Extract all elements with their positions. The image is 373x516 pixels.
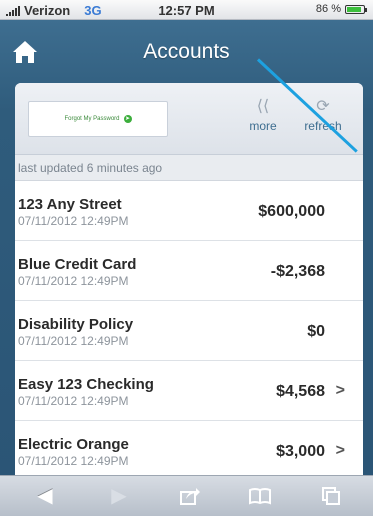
account-row[interactable]: Blue Credit Card 07/11/2012 12:49PM -$2,… bbox=[15, 241, 363, 301]
tabs-button[interactable] bbox=[316, 484, 346, 508]
account-name: 123 Any Street bbox=[18, 196, 122, 213]
account-date: 07/11/2012 12:49PM bbox=[18, 214, 129, 228]
forward-button[interactable]: ▶ bbox=[104, 484, 134, 508]
tabs-icon bbox=[322, 487, 340, 505]
account-row[interactable]: Disability Policy 07/11/2012 12:49PM $0 bbox=[15, 301, 363, 361]
double-chevron-left-icon: ⟨⟨ bbox=[256, 98, 270, 115]
account-name: Blue Credit Card bbox=[18, 256, 137, 273]
bookmarks-icon bbox=[249, 488, 271, 505]
account-row[interactable]: Easy 123 Checking 07/11/2012 12:49PM $4,… bbox=[15, 361, 363, 421]
browser-toolbar: ◀ ▶ bbox=[0, 475, 373, 516]
account-date: 07/11/2012 12:49PM bbox=[18, 274, 129, 288]
forgot-password-button[interactable]: Forgot My Password ➤ bbox=[28, 101, 168, 137]
back-button[interactable]: ◀ bbox=[30, 484, 60, 508]
account-amount: $4,568 bbox=[276, 383, 325, 400]
back-arrow-icon: ◀ bbox=[37, 485, 53, 507]
account-name: Disability Policy bbox=[18, 316, 134, 333]
account-amount: $0 bbox=[307, 323, 325, 340]
account-date: 07/11/2012 12:49PM bbox=[18, 334, 129, 348]
more-button[interactable]: ⟨⟨ more bbox=[243, 97, 283, 133]
forgot-password-label: Forgot My Password bbox=[64, 116, 120, 122]
battery-percent: 86 % bbox=[315, 3, 341, 15]
panel-header: Forgot My Password ➤ ⟨⟨ more ⟳ refresh bbox=[15, 83, 363, 155]
page-title: Accounts bbox=[143, 40, 230, 63]
accounts-panel: Forgot My Password ➤ ⟨⟨ more ⟳ refresh l… bbox=[15, 83, 363, 503]
account-date: 07/11/2012 12:49PM bbox=[18, 394, 129, 408]
account-row[interactable]: Electric Orange 07/11/2012 12:49PM $3,00… bbox=[15, 421, 363, 481]
last-updated-bar: last updated 6 minutes ago bbox=[15, 155, 363, 181]
share-icon bbox=[180, 488, 200, 505]
share-button[interactable] bbox=[175, 484, 205, 508]
account-amount: $3,000 bbox=[276, 443, 325, 460]
battery-group: 86 % bbox=[315, 3, 367, 15]
status-bar: Verizon 3G 12:57 PM 86 % bbox=[0, 0, 373, 20]
battery-icon bbox=[345, 4, 367, 14]
account-amount: -$2,368 bbox=[270, 263, 325, 280]
forward-arrow-icon: ▶ bbox=[111, 485, 127, 507]
account-row[interactable]: 123 Any Street 07/11/2012 12:49PM $600,0… bbox=[15, 181, 363, 241]
account-amount: $600,000 bbox=[258, 203, 325, 220]
more-label: more bbox=[249, 119, 277, 133]
bookmarks-button[interactable] bbox=[245, 484, 275, 508]
chevron-right-icon[interactable]: > bbox=[336, 442, 345, 460]
account-name: Easy 123 Checking bbox=[18, 376, 154, 393]
account-name: Electric Orange bbox=[18, 436, 129, 453]
account-date: 07/11/2012 12:49PM bbox=[18, 454, 129, 468]
arrow-circle-icon: ➤ bbox=[123, 115, 132, 123]
chevron-right-icon[interactable]: > bbox=[336, 382, 345, 400]
